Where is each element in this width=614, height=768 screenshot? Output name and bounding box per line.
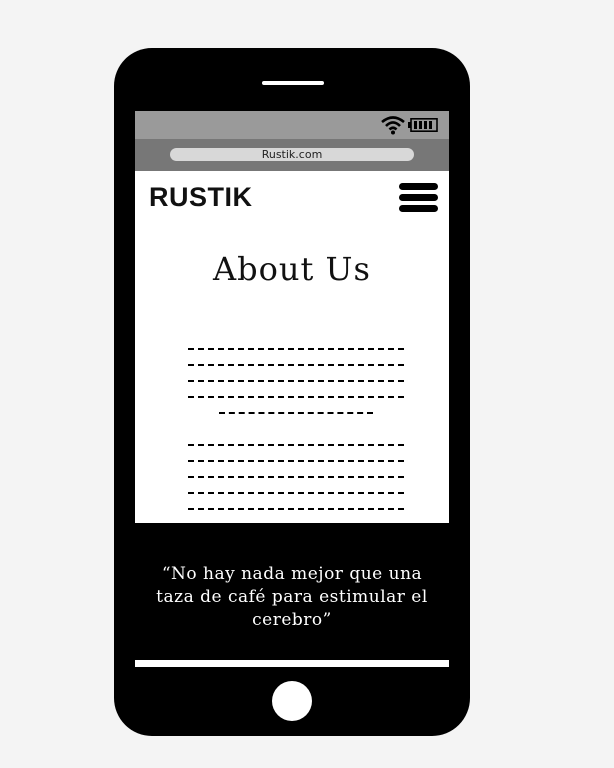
status-bar: [135, 111, 449, 139]
placeholder-text-line: [188, 444, 404, 446]
site-logo[interactable]: RUSTIK: [149, 182, 253, 213]
placeholder-text-line: [188, 492, 404, 494]
placeholder-text-line: [188, 508, 404, 510]
placeholder-text-line: [188, 348, 404, 350]
browser-address-bar: Rustik.com: [135, 139, 449, 171]
placeholder-text-line: [188, 396, 404, 398]
placeholder-text-line: [188, 460, 404, 462]
footer-divider: [135, 660, 449, 667]
phone-frame: Rustik.com RUSTIK About Us “No hay nada …: [114, 48, 470, 736]
battery-icon: [408, 118, 438, 132]
phone-screen: Rustik.com RUSTIK About Us: [135, 111, 449, 523]
quote-line: “No hay nada mejor que una: [161, 564, 423, 584]
page-title: About Us: [213, 250, 371, 288]
placeholder-text-line: [188, 380, 404, 382]
quote-line: taza de café para estimular el: [156, 587, 428, 607]
hamburger-menu-icon[interactable]: [399, 183, 439, 215]
footer-quote: “No hay nada mejor que una taza de café …: [145, 563, 439, 632]
wifi-icon: [381, 116, 405, 135]
quote-footer: “No hay nada mejor que una taza de café …: [135, 523, 449, 660]
placeholder-text-line: [188, 476, 404, 478]
quote-line: cerebro”: [252, 610, 332, 630]
phone-speaker: [262, 81, 324, 85]
url-field[interactable]: Rustik.com: [170, 148, 414, 161]
placeholder-text-line: [219, 412, 373, 414]
home-button[interactable]: [272, 681, 312, 721]
placeholder-text-line: [188, 364, 404, 366]
